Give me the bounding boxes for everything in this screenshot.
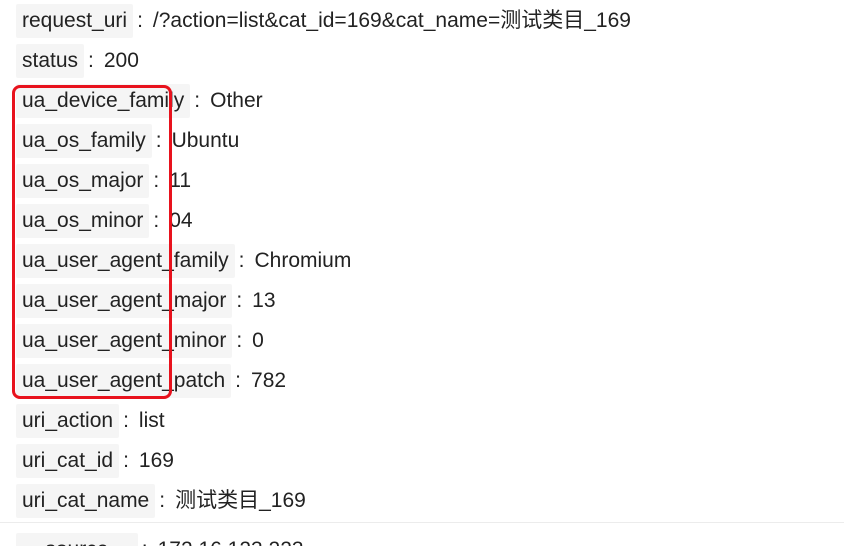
field-separator: : [159,489,166,512]
field-separator: : [194,89,201,112]
field-value[interactable]: 测试类目_169 [175,488,306,514]
field-value[interactable]: Ubuntu [172,128,240,154]
field-key[interactable]: uri_cat_id [16,444,120,478]
field-separator: : [235,369,242,392]
field-key[interactable]: ua_user_agent_patch [16,364,232,398]
field-key[interactable]: ua_os_family [16,124,152,158]
field-row-request-uri: request_uri : /?action=list&cat_id=169&c… [16,4,631,38]
field-key[interactable]: ua_device_family [16,84,191,118]
field-value[interactable]: /?action=list&cat_id=169&cat_name=测试类目_1… [153,8,631,34]
field-value[interactable]: 172.16.123.223 [158,537,304,546]
field-row-ua-user-agent-patch: ua_user_agent_patch : 782 [16,364,286,398]
field-key[interactable]: status [16,44,85,78]
field-row-uri-cat-name: uri_cat_name : 测试类目_169 [16,484,306,518]
field-value[interactable]: Chromium [254,248,351,274]
field-value[interactable]: list [139,408,165,434]
field-separator: : [137,9,143,32]
field-key[interactable]: ua_os_minor [16,204,150,238]
log-detail-panel: request_uri : /?action=list&cat_id=169&c… [0,0,844,546]
field-value[interactable]: 200 [104,48,139,74]
field-separator: : [153,209,160,232]
field-row-source: __source__ : 172.16.123.223 [16,533,304,546]
field-value[interactable]: 13 [252,288,275,314]
field-value[interactable]: 169 [139,448,174,474]
field-key[interactable]: uri_action [16,404,120,438]
field-value[interactable]: 04 [169,208,192,234]
field-row-ua-user-agent-major: ua_user_agent_major : 13 [16,284,276,318]
field-row-ua-user-agent-family: ua_user_agent_family : Chromium [16,244,351,278]
field-row-ua-user-agent-minor: ua_user_agent_minor : 0 [16,324,264,358]
field-value[interactable]: 11 [169,168,191,194]
field-key[interactable]: request_uri [16,4,134,38]
field-separator: : [238,249,245,272]
field-row-ua-os-family: ua_os_family : Ubuntu [16,124,239,158]
field-row-ua-os-minor: ua_os_minor : 04 [16,204,193,238]
field-separator: : [155,129,162,152]
field-separator: : [88,49,94,72]
field-row-ua-os-major: ua_os_major : 11 [16,164,191,198]
field-row-ua-device-family: ua_device_family : Other [16,84,263,118]
field-separator: : [123,449,129,472]
field-list: request_uri : /?action=list&cat_id=169&c… [0,0,844,522]
field-separator: : [236,329,243,352]
field-separator: : [142,538,148,546]
field-key[interactable]: __source__ [16,533,138,546]
field-key[interactable]: ua_os_major [16,164,150,198]
field-row-status: status : 200 [16,44,139,78]
field-separator: : [236,289,243,312]
field-row-uri-cat-id: uri_cat_id : 169 [16,444,174,478]
field-key[interactable]: ua_user_agent_family [16,244,235,278]
field-separator: : [123,409,129,432]
field-value[interactable]: Other [210,88,263,114]
field-key[interactable]: uri_cat_name [16,484,156,518]
field-separator: : [153,169,160,192]
field-value[interactable]: 782 [251,368,286,394]
field-row-uri-action: uri_action : list [16,404,165,438]
field-value[interactable]: 0 [252,328,264,354]
next-log-entry: __source__ : 172.16.123.223 [0,522,844,546]
field-key[interactable]: ua_user_agent_major [16,284,233,318]
field-key[interactable]: ua_user_agent_minor [16,324,233,358]
